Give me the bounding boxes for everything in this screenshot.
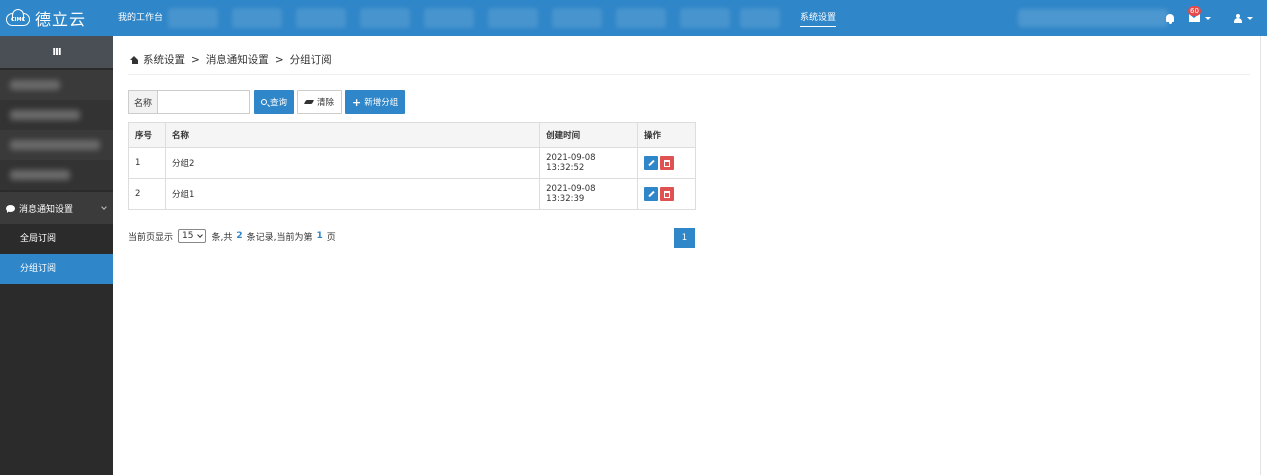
cell-created: 2021-09-08 13:32:52 (539, 147, 639, 179)
breadcrumb-separator: > (274, 53, 284, 66)
pager-text: 条,共 (211, 232, 233, 243)
name-label: 名称 (128, 90, 158, 114)
query-button-label: 查询 (270, 98, 288, 108)
caret-down-icon (1247, 16, 1253, 20)
pagination-info: 当前页显示 15 条,共 2 条记录,当前为第 1 页 (128, 228, 336, 244)
query-button[interactable]: 查询 (254, 90, 295, 114)
breadcrumb-separator: > (191, 53, 200, 66)
edit-button[interactable] (644, 187, 659, 201)
current-page: 1 (316, 231, 323, 241)
nav-item-blurred[interactable] (616, 8, 666, 28)
cell-actions (637, 178, 696, 210)
pencil-icon (647, 190, 655, 198)
search-bar: 名称 查询 清除 + 新增分组 (128, 90, 406, 114)
sidebar-item-blurred[interactable] (0, 160, 113, 190)
caret-down-icon (1205, 16, 1211, 20)
cell-no: 1 (128, 147, 166, 179)
nav-item-blurred[interactable] (232, 8, 282, 28)
top-bar: CIMC 德立云 我的工作台 系统设置 60 (0, 0, 1267, 36)
notification-button[interactable] (1166, 0, 1174, 36)
home-icon (130, 55, 139, 64)
cell-no: 2 (128, 178, 166, 210)
pager-text: 条记录,当前为第 (246, 232, 313, 243)
chevron-down-icon (101, 204, 107, 210)
comment-icon (6, 204, 15, 213)
nav-item-blurred[interactable] (296, 8, 346, 28)
cell-actions (637, 147, 696, 179)
clear-button-label: 清除 (317, 98, 335, 108)
trash-icon (664, 190, 671, 198)
nav-item-blurred[interactable] (360, 8, 410, 28)
pencil-icon (647, 159, 655, 167)
edit-button[interactable] (644, 156, 659, 170)
cell-name: 分组1 (164, 178, 541, 210)
sidebar-section-label: 消息通知设置 (19, 204, 74, 215)
top-search-blurred[interactable] (1018, 9, 1168, 27)
sidebar-toggle-button[interactable]: III (0, 36, 113, 68)
cell-created: 2021-09-08 13:32:39 (539, 178, 639, 210)
column-header-no: 序号 (128, 122, 166, 148)
cloud-logo-icon: CIMC (6, 9, 32, 27)
nav-item-blurred[interactable] (488, 8, 538, 28)
breadcrumb-item: 分组订阅 (289, 54, 332, 66)
nav-item-blurred[interactable] (740, 8, 780, 28)
pager-suffix: 页 (326, 232, 336, 243)
eraser-icon (303, 100, 315, 104)
table-row: 1 分组2 2021-09-08 13:32:52 (128, 147, 696, 179)
nav-my-workbench[interactable]: 我的工作台 (118, 0, 163, 36)
add-group-button-label: 新增分组 (364, 98, 399, 108)
table-header-row: 序号 名称 创建时间 操作 (128, 122, 696, 148)
search-icon (261, 99, 267, 105)
logo-text: 德立云 (35, 10, 87, 29)
trash-icon (664, 159, 671, 167)
total-count: 2 (236, 231, 243, 241)
clear-button[interactable]: 清除 (297, 90, 343, 114)
scrollbar[interactable] (1260, 36, 1267, 475)
sidebar-item-blurred[interactable] (0, 130, 113, 160)
column-header-created: 创建时间 (539, 122, 639, 148)
page-size-value: 15 (182, 231, 194, 241)
divider (128, 74, 1250, 75)
chevron-down-icon (197, 231, 204, 238)
column-header-actions: 操作 (637, 122, 696, 148)
breadcrumb-item[interactable]: 系统设置 (143, 52, 185, 67)
nav-system-settings[interactable]: 系统设置 (800, 11, 837, 27)
delete-button[interactable] (660, 156, 675, 170)
sidebar-item-blurred[interactable] (0, 100, 113, 130)
logo[interactable]: CIMC 德立云 (6, 6, 86, 30)
delete-button[interactable] (660, 187, 675, 201)
nav-item-blurred[interactable] (168, 8, 218, 28)
mail-count-badge: 60 (1188, 6, 1201, 16)
group-table: 序号 名称 创建时间 操作 1 分组2 2021-09-08 13:32:52 … (128, 122, 696, 210)
nav-item-blurred[interactable] (424, 8, 474, 28)
user-menu-button[interactable] (1234, 0, 1253, 36)
sidebar-item-group-subscription[interactable]: 分组订阅 (0, 254, 113, 284)
user-icon (1234, 13, 1242, 23)
breadcrumb-item[interactable]: 消息通知设置 (206, 52, 269, 67)
bell-icon (1166, 14, 1174, 24)
page-button[interactable]: 1 (674, 228, 695, 248)
nav-item-blurred[interactable] (680, 8, 730, 28)
name-input[interactable] (158, 90, 250, 114)
page-size-select[interactable]: 15 (178, 229, 207, 243)
column-header-name: 名称 (164, 122, 541, 148)
breadcrumb: 系统设置 > 消息通知设置 > 分组订阅 (130, 52, 332, 67)
add-group-button[interactable]: + 新增分组 (345, 90, 406, 114)
sidebar-item-global-subscription[interactable]: 全局订阅 (0, 224, 113, 254)
pager-prefix: 当前页显示 (128, 232, 174, 243)
nav-item-blurred[interactable] (552, 8, 602, 28)
cell-name: 分组2 (164, 147, 541, 179)
sidebar-section-notification-settings[interactable]: 消息通知设置 (0, 192, 113, 224)
sidebar-item-blurred[interactable] (0, 70, 113, 100)
plus-icon: + (352, 95, 362, 109)
table-row: 2 分组1 2021-09-08 13:32:39 (128, 178, 696, 210)
sidebar: III 消息通知设置 全局订阅 分组订阅 (0, 36, 113, 475)
